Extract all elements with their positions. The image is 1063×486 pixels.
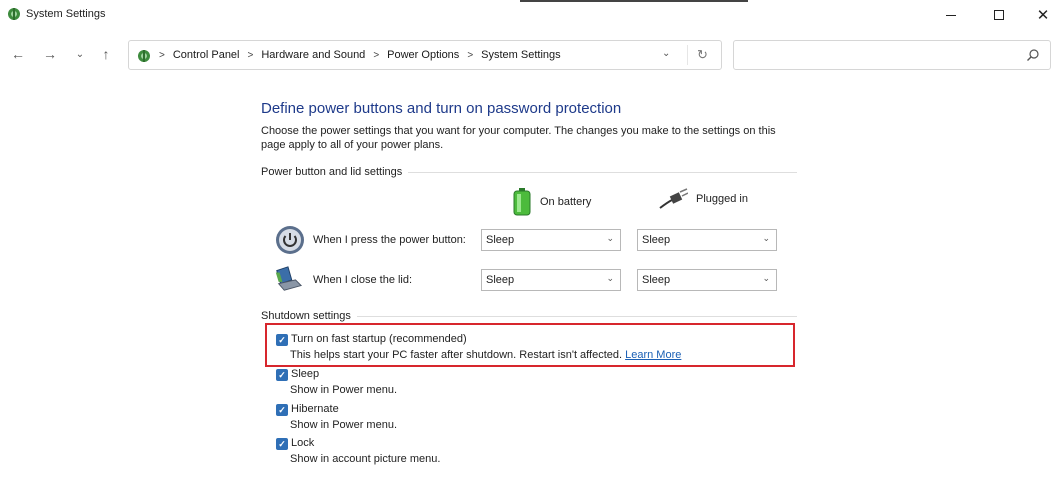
lock-checkbox[interactable]: ✓: [276, 438, 288, 450]
recent-locations-button[interactable]: ⌄: [70, 44, 90, 64]
close-button[interactable]: ✕: [1020, 0, 1063, 30]
battery-column-header: On battery: [512, 188, 591, 216]
chevron-right-icon: >: [159, 49, 165, 61]
chevron-down-icon: ⌄: [762, 233, 770, 243]
laptop-lid-icon: [275, 266, 303, 291]
sleep-description: Show in Power menu.: [290, 384, 397, 396]
battery-column-label: On battery: [540, 196, 592, 208]
minimize-icon: [946, 14, 956, 16]
navigation-bar: ← → ⌄ ↑ > Control Panel > Hardware and S…: [0, 38, 1063, 72]
chevron-right-icon: >: [467, 49, 474, 61]
hibernate-description: Show in Power menu.: [290, 419, 397, 431]
power-button-battery-select[interactable]: Sleep ⌄: [481, 229, 621, 251]
checkmark-icon: ✓: [278, 405, 286, 415]
chevron-down-icon: ⌄: [762, 273, 770, 283]
control-panel-icon: [138, 50, 150, 62]
lock-label[interactable]: Lock: [291, 437, 314, 449]
address-divider: [687, 45, 688, 65]
chevron-right-icon: >: [247, 49, 254, 61]
hibernate-label[interactable]: Hibernate: [291, 403, 339, 415]
title-bar: System Settings ✕: [0, 0, 1063, 30]
control-panel-icon: [8, 8, 20, 20]
arrow-left-icon: ←: [11, 46, 25, 62]
breadcrumb-system-settings[interactable]: System Settings: [481, 49, 560, 61]
back-button[interactable]: ←: [8, 44, 28, 64]
checkmark-icon: ✓: [278, 370, 286, 380]
power-button-label: When I press the power button:: [313, 234, 466, 246]
arrow-right-icon: →: [43, 46, 57, 62]
checkmark-icon: ✓: [278, 439, 286, 449]
select-value: Sleep: [486, 234, 515, 246]
breadcrumb-hardware-and-sound[interactable]: Hardware and Sound: [261, 49, 365, 61]
breadcrumb-control-panel[interactable]: Control Panel: [173, 49, 240, 61]
power-section-label: Power button and lid settings: [261, 166, 409, 178]
select-value: Sleep: [642, 234, 671, 246]
plugged-column-label: Plugged in: [696, 193, 748, 205]
learn-more-link[interactable]: Learn More: [625, 349, 681, 361]
checkmark-icon: ✓: [278, 335, 286, 345]
refresh-icon[interactable]: ↻: [697, 47, 708, 63]
page-description: Choose the power settings that you want …: [261, 125, 776, 151]
chevron-right-icon: >: [373, 49, 380, 61]
shutdown-section-label: Shutdown settings: [261, 310, 357, 322]
close-lid-label: When I close the lid:: [313, 274, 413, 286]
lock-description: Show in account picture menu.: [290, 453, 441, 465]
forward-button[interactable]: →: [40, 44, 60, 64]
close-lid-battery-select[interactable]: Sleep ⌄: [481, 269, 621, 291]
arrow-up-icon: ↑: [102, 46, 110, 62]
address-dropdown-icon[interactable]: ⌄: [662, 48, 670, 59]
up-button[interactable]: ↑: [96, 44, 116, 64]
window-title: System Settings: [26, 8, 106, 20]
fast-startup-desc-text: This helps start your PC faster after sh…: [290, 349, 623, 361]
breadcrumb: > Control Panel > Hardware and Sound > P…: [157, 49, 561, 61]
select-value: Sleep: [486, 274, 515, 286]
close-lid-plugged-select[interactable]: Sleep ⌄: [637, 269, 777, 291]
power-plug-icon: [659, 188, 688, 209]
chevron-down-icon: ⌄: [606, 233, 614, 243]
sleep-checkbox[interactable]: ✓: [276, 369, 288, 381]
select-value: Sleep: [642, 274, 671, 286]
chevron-down-icon: ⌄: [75, 48, 85, 60]
address-bar[interactable]: > Control Panel > Hardware and Sound > P…: [128, 40, 722, 70]
power-button-icon: [276, 226, 304, 254]
page-title: Define power buttons and turn on passwor…: [261, 100, 622, 117]
maximize-icon: [994, 10, 1004, 20]
close-icon: ✕: [1036, 6, 1050, 24]
search-icon: [1027, 49, 1039, 61]
fast-startup-checkbox[interactable]: ✓: [276, 334, 288, 346]
breadcrumb-power-options[interactable]: Power Options: [387, 49, 459, 61]
chevron-down-icon: ⌄: [606, 273, 614, 283]
hibernate-checkbox[interactable]: ✓: [276, 404, 288, 416]
search-input[interactable]: [733, 40, 1051, 70]
fast-startup-description: This helps start your PC faster after sh…: [290, 349, 681, 361]
minimize-button[interactable]: [928, 0, 974, 30]
title-bar-accent: [520, 0, 748, 2]
maximize-button[interactable]: [976, 0, 1022, 30]
fast-startup-label[interactable]: Turn on fast startup (recommended): [291, 333, 467, 345]
power-button-plugged-select[interactable]: Sleep ⌄: [637, 229, 777, 251]
plugged-column-header: Plugged in: [658, 188, 748, 210]
sleep-label[interactable]: Sleep: [291, 368, 319, 380]
battery-icon: [513, 188, 531, 216]
